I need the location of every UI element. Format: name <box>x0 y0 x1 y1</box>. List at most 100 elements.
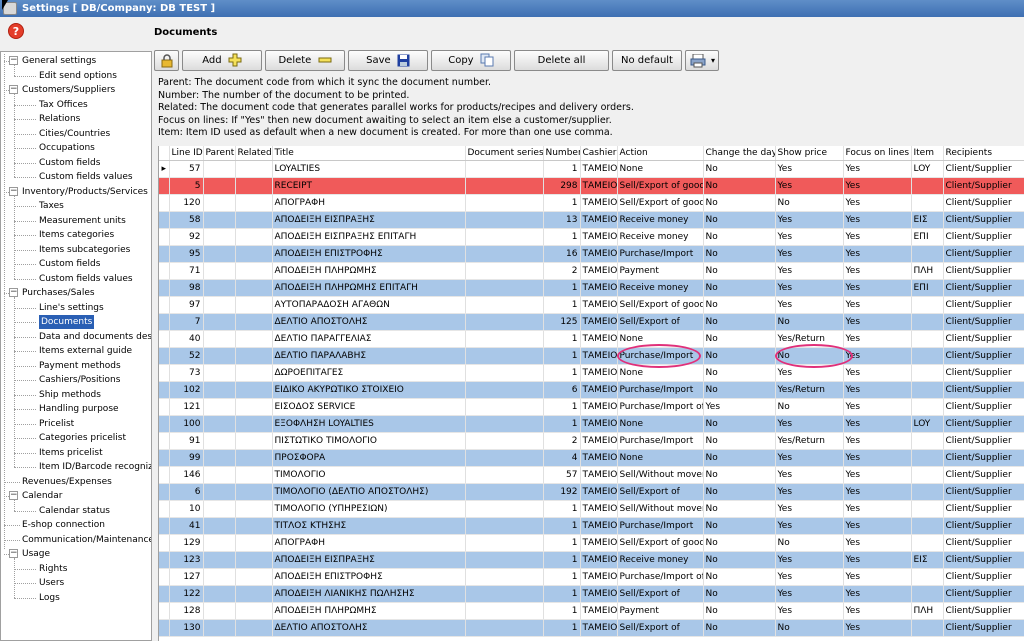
table-cell[interactable]: Yes/Return <box>775 381 844 399</box>
table-cell[interactable]: Yes <box>843 296 912 314</box>
table-cell[interactable]: Yes <box>843 449 912 467</box>
table-cell[interactable] <box>911 585 944 603</box>
tree-item[interactable]: Documents <box>39 315 95 329</box>
table-cell[interactable] <box>911 568 944 586</box>
table-cell[interactable]: No <box>703 245 776 263</box>
table-cell[interactable] <box>235 194 273 212</box>
table-row[interactable]: 6 ΤΙΜΟΛΟΓΙΟ (ΔΕΛΤΙΟ ΑΠΟΣΤΟΛΗΣ) 192 ΤΑΜΕΙΟ Se… <box>159 483 1024 501</box>
table-cell[interactable] <box>465 619 544 637</box>
table-row[interactable]: 130 ΔΕΛΤΙΟ ΑΠΟΣΤΟΛΗΣ 1 ΤΑΜΕΙΟ Sell/Export of… <box>159 619 1024 637</box>
table-row[interactable]: 127 ΑΠΟΔΕΙΞΗ ΕΠΙΣΤΡΟΦΗΣ 1 ΤΑΜΕΙΟ Purchase/Im… <box>159 568 1024 586</box>
table-cell[interactable]: Payment <box>617 262 704 280</box>
table-cell[interactable] <box>203 398 236 416</box>
table-cell[interactable]: Yes <box>843 313 912 331</box>
table-cell[interactable]: Yes <box>843 398 912 416</box>
table-cell[interactable]: ΤΑΜΕΙΟ <box>580 381 618 399</box>
table-cell[interactable]: Yes <box>843 364 912 382</box>
table-cell[interactable]: ΔΕΛΤΙΟ ΠΑΡΑΓΓΕΛΙΑΣ <box>272 330 466 348</box>
table-cell[interactable] <box>911 466 944 484</box>
table-cell[interactable]: 1 <box>543 585 581 603</box>
table-cell[interactable]: Client/Supplier <box>943 568 1024 586</box>
column-header[interactable]: Recipients <box>943 146 1024 161</box>
table-cell[interactable]: 5 <box>169 177 204 195</box>
table-cell[interactable]: ΤΑΜΕΙΟ <box>580 177 618 195</box>
print-button[interactable]: ▾ <box>685 50 719 71</box>
column-header[interactable]: Title <box>272 146 466 161</box>
table-cell[interactable]: Yes <box>843 534 912 552</box>
tree-item[interactable]: Purchases/Sales <box>22 286 95 300</box>
table-cell[interactable] <box>203 534 236 552</box>
table-cell[interactable]: 102 <box>169 381 204 399</box>
table-cell[interactable]: None <box>617 330 704 348</box>
row-indicator[interactable] <box>159 619 170 637</box>
table-cell[interactable] <box>465 160 544 178</box>
table-cell[interactable]: ΤΑΜΕΙΟ <box>580 500 618 518</box>
tree-collapse-icon[interactable]: − <box>9 491 18 500</box>
table-cell[interactable]: 129 <box>169 534 204 552</box>
table-cell[interactable]: Yes <box>703 398 776 416</box>
table-cell[interactable]: 6 <box>543 381 581 399</box>
table-cell[interactable]: ΤΑΜΕΙΟ <box>580 313 618 331</box>
table-cell[interactable]: LOY <box>911 415 944 433</box>
table-cell[interactable]: ΤΑΜΕΙΟ <box>580 398 618 416</box>
row-indicator[interactable] <box>159 330 170 348</box>
table-cell[interactable]: Yes <box>775 262 844 280</box>
table-cell[interactable]: Client/Supplier <box>943 619 1024 637</box>
table-cell[interactable]: Purchase/Import of <box>617 398 704 416</box>
table-cell[interactable]: ΑΠΟΔΕΙΞΗ ΠΛΗΡΩΜΗΣ <box>272 602 466 620</box>
table-row[interactable]: ▸ 57 LOYALTIES 1 ΤΑΜΕΙΟ None No Yes Yes LOY Client… <box>159 160 1024 178</box>
table-cell[interactable] <box>911 432 944 450</box>
table-cell[interactable]: Yes <box>775 160 844 178</box>
tree-collapse-icon[interactable]: − <box>9 56 18 65</box>
table-cell[interactable]: 2 <box>543 262 581 280</box>
table-cell[interactable] <box>235 500 273 518</box>
table-cell[interactable]: Client/Supplier <box>943 364 1024 382</box>
table-cell[interactable]: ΔΕΛΤΙΟ ΠΑΡΑΛΑΒΗΣ <box>272 347 466 365</box>
table-cell[interactable]: ΑΠΟΔΕΙΞΗ ΕΙΣΠΡΑΞΗΣ <box>272 211 466 229</box>
table-cell[interactable] <box>235 585 273 603</box>
table-cell[interactable]: Receive money <box>617 551 704 569</box>
table-cell[interactable]: ΤΑΜΕΙΟ <box>580 619 618 637</box>
table-cell[interactable]: Client/Supplier <box>943 279 1024 297</box>
table-cell[interactable] <box>465 296 544 314</box>
table-cell[interactable]: 1 <box>543 194 581 212</box>
table-cell[interactable]: Yes <box>843 262 912 280</box>
table-row[interactable]: 122 ΑΠΟΔΕΙΞΗ ΛΙΑΝΙΚΗΣ ΠΩΛΗΣΗΣ 1 ΤΑΜΕΙΟ Sell/… <box>159 585 1024 603</box>
add-button[interactable]: Add <box>182 50 262 71</box>
tree-item[interactable]: Usage <box>22 547 50 561</box>
table-cell[interactable]: No <box>703 160 776 178</box>
table-cell[interactable] <box>235 551 273 569</box>
row-indicator[interactable] <box>159 177 170 195</box>
table-cell[interactable]: 4 <box>543 449 581 467</box>
table-cell[interactable]: Yes <box>775 449 844 467</box>
tree-item[interactable]: Custom fields values <box>39 272 133 286</box>
table-cell[interactable]: Yes <box>775 483 844 501</box>
table-cell[interactable] <box>911 534 944 552</box>
column-header[interactable] <box>159 146 170 161</box>
table-cell[interactable]: ΤΑΜΕΙΟ <box>580 585 618 603</box>
save-button[interactable]: Save <box>348 50 428 71</box>
table-cell[interactable]: ΤΑΜΕΙΟ <box>580 296 618 314</box>
table-cell[interactable]: No <box>703 177 776 195</box>
tree-item[interactable]: Tax Offices <box>39 98 88 112</box>
tree-item[interactable]: Custom fields values <box>39 170 133 184</box>
table-cell[interactable] <box>235 415 273 433</box>
table-cell[interactable]: Yes <box>843 245 912 263</box>
tree-item[interactable]: Measurement units <box>39 214 126 228</box>
tree-item[interactable]: Items categories <box>39 228 114 242</box>
table-cell[interactable]: None <box>617 364 704 382</box>
table-cell[interactable] <box>465 568 544 586</box>
row-indicator[interactable] <box>159 602 170 620</box>
table-cell[interactable]: 125 <box>543 313 581 331</box>
table-cell[interactable]: No <box>703 483 776 501</box>
table-cell[interactable]: Yes <box>775 415 844 433</box>
table-cell[interactable] <box>235 398 273 416</box>
table-row[interactable]: 97 ΑΥΤΟΠΑΡΑΔΟΣΗ ΑΓΑΘΩΝ 1 ΤΑΜΕΙΟ Sell/Export … <box>159 296 1024 314</box>
table-cell[interactable]: ΠΛΗ <box>911 262 944 280</box>
delete-button[interactable]: Delete <box>265 50 345 71</box>
no-default-button[interactable]: No default <box>612 50 682 71</box>
table-cell[interactable]: 99 <box>169 449 204 467</box>
table-cell[interactable]: Receive money <box>617 228 704 246</box>
tree-item[interactable]: Users <box>39 576 64 590</box>
table-cell[interactable] <box>235 534 273 552</box>
